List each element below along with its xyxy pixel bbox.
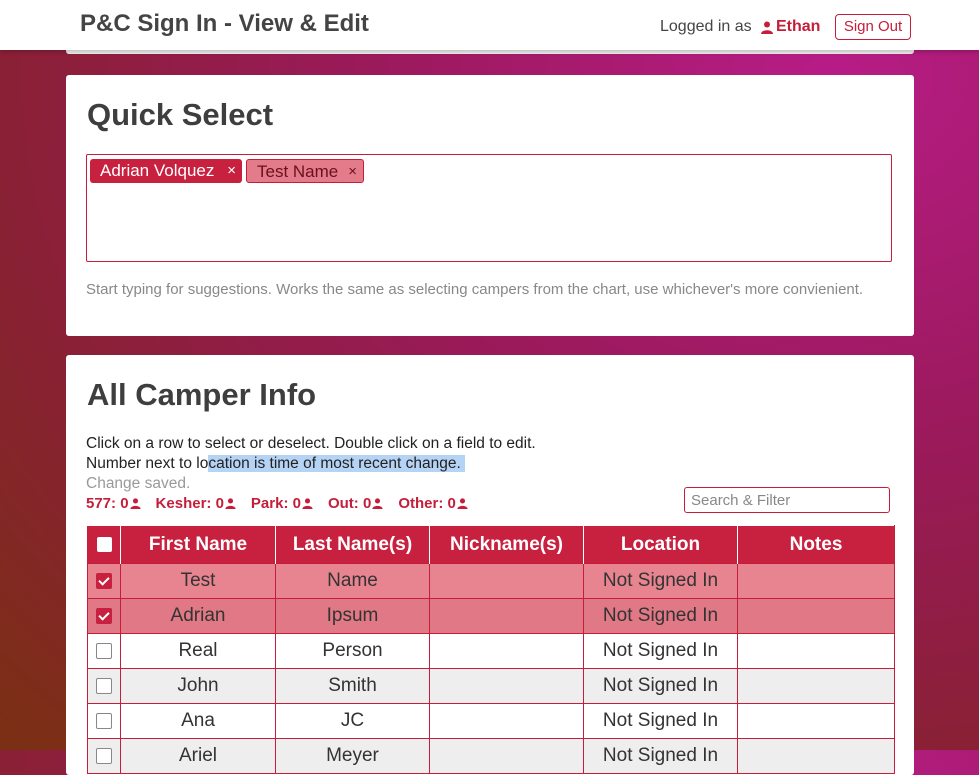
notes-cell[interactable] [737,598,895,634]
instruction-text: Number next to lo [86,455,209,472]
person-icon [302,498,313,509]
search-filter-input[interactable] [684,487,890,513]
location-cell[interactable]: Not Signed In [583,598,738,634]
notes-cell[interactable] [737,738,895,774]
nickname-cell[interactable] [429,668,584,704]
quick-select-title: Quick Select [87,97,274,132]
table-header-row: First Name Last Name(s) Nickname(s) Loca… [87,525,895,564]
column-header[interactable]: Last Name(s) [275,525,430,564]
last-name-cell[interactable]: JC [275,703,430,739]
column-header[interactable]: First Name [120,525,276,564]
quick-select-input[interactable]: Adrian Volquez × Test Name × [86,154,892,262]
logged-in-label: Logged in as [660,18,752,35]
row-checkbox-cell[interactable] [87,633,121,669]
app-title: P&C Sign In - View & Edit [80,10,369,37]
person-icon [372,498,383,509]
row-checkbox-cell[interactable] [87,563,121,599]
camper-table: First Name Last Name(s) Nickname(s) Loca… [87,525,895,774]
row-checkbox[interactable] [96,747,112,764]
nickname-cell[interactable] [429,703,584,739]
top-navbar: P&C Sign In - View & Edit Logged in as E… [0,0,979,50]
count-577: 577: 0 [86,495,141,512]
nickname-cell[interactable] [429,738,584,774]
person-icon [225,498,236,509]
instruction-line-1: Click on a row to select or deselect. Do… [86,435,536,452]
chip-adrian-volquez[interactable]: Adrian Volquez × [90,159,242,183]
person-icon [457,498,468,509]
all-info-title: All Camper Info [87,377,317,412]
chip-label: Test Name [257,162,339,181]
table-row[interactable]: Ariel Meyer Not Signed In [87,738,895,774]
column-header[interactable]: Nickname(s) [429,525,584,564]
nickname-cell[interactable] [429,598,584,634]
first-name-cell[interactable]: Adrian [120,598,276,634]
count-other: Other: 0 [398,495,468,512]
location-cell[interactable]: Not Signed In [583,633,738,669]
save-status: Change saved. [86,475,191,492]
user-link[interactable]: Ethan [761,18,820,36]
table-row[interactable]: John Smith Not Signed In [87,668,895,704]
chip-label: Adrian Volquez [100,161,215,180]
location-counts: 577: 0 Kesher: 0 Park: 0 Out: 0 Other: 0 [86,495,483,512]
count-kesher: Kesher: 0 [156,495,236,512]
chip-test-name[interactable]: Test Name × [246,159,364,183]
row-checkbox-cell[interactable] [87,703,121,739]
first-name-cell[interactable]: Test [120,563,276,599]
location-cell[interactable]: Not Signed In [583,703,738,739]
column-header[interactable]: Location [583,525,738,564]
notes-cell[interactable] [737,633,895,669]
row-checkbox-cell[interactable] [87,598,121,634]
chip-remove-icon[interactable]: × [348,160,357,184]
row-checkbox[interactable] [96,677,112,694]
last-name-cell[interactable]: Smith [275,668,430,704]
quick-select-card: Quick Select Adrian Volquez × Test Name … [66,75,914,336]
count-park: Park: 0 [251,495,313,512]
table-row[interactable]: Ana JC Not Signed In [87,703,895,739]
location-cell[interactable]: Not Signed In [583,563,738,599]
instruction-line-2: Number next to location is time of most … [86,455,466,473]
select-all-checkbox[interactable] [96,536,112,552]
first-name-cell[interactable]: Real [120,633,276,669]
table-row[interactable]: Real Person Not Signed In [87,633,895,669]
last-name-cell[interactable]: Meyer [275,738,430,774]
all-camper-info-card: All Camper Info Click on a row to select… [66,355,914,775]
nickname-cell[interactable] [429,563,584,599]
first-name-cell[interactable]: Ariel [120,738,276,774]
user-name: Ethan [776,18,821,35]
person-icon [129,498,141,509]
row-checkbox[interactable] [96,572,112,589]
table-row[interactable]: Test Name Not Signed In [87,563,895,599]
last-name-cell[interactable]: Person [275,633,430,669]
last-name-cell[interactable]: Ipsum [275,598,430,634]
table-row[interactable]: Adrian Ipsum Not Signed In [87,598,895,634]
location-cell[interactable]: Not Signed In [583,668,738,704]
nickname-cell[interactable] [429,633,584,669]
first-name-cell[interactable]: Ana [120,703,276,739]
highlighted-text: cation is time of most recent change. [208,455,461,472]
notes-cell[interactable] [737,668,895,704]
row-checkbox[interactable] [96,607,112,624]
row-checkbox-cell[interactable] [87,668,121,704]
column-header[interactable]: Notes [737,525,895,564]
location-cell[interactable]: Not Signed In [583,738,738,774]
sign-out-button[interactable]: Sign Out [835,14,911,40]
chip-remove-icon[interactable]: × [227,159,236,183]
count-out: Out: 0 [328,495,383,512]
notes-cell[interactable] [737,563,895,599]
row-checkbox[interactable] [96,642,112,659]
row-checkbox-cell[interactable] [87,738,121,774]
row-checkbox[interactable] [96,712,112,729]
last-name-cell[interactable]: Name [275,563,430,599]
notes-cell[interactable] [737,703,895,739]
quick-select-help: Start typing for suggestions. Works the … [86,281,864,298]
select-all-header[interactable] [87,525,121,564]
user-icon [761,21,773,34]
first-name-cell[interactable]: John [120,668,276,704]
